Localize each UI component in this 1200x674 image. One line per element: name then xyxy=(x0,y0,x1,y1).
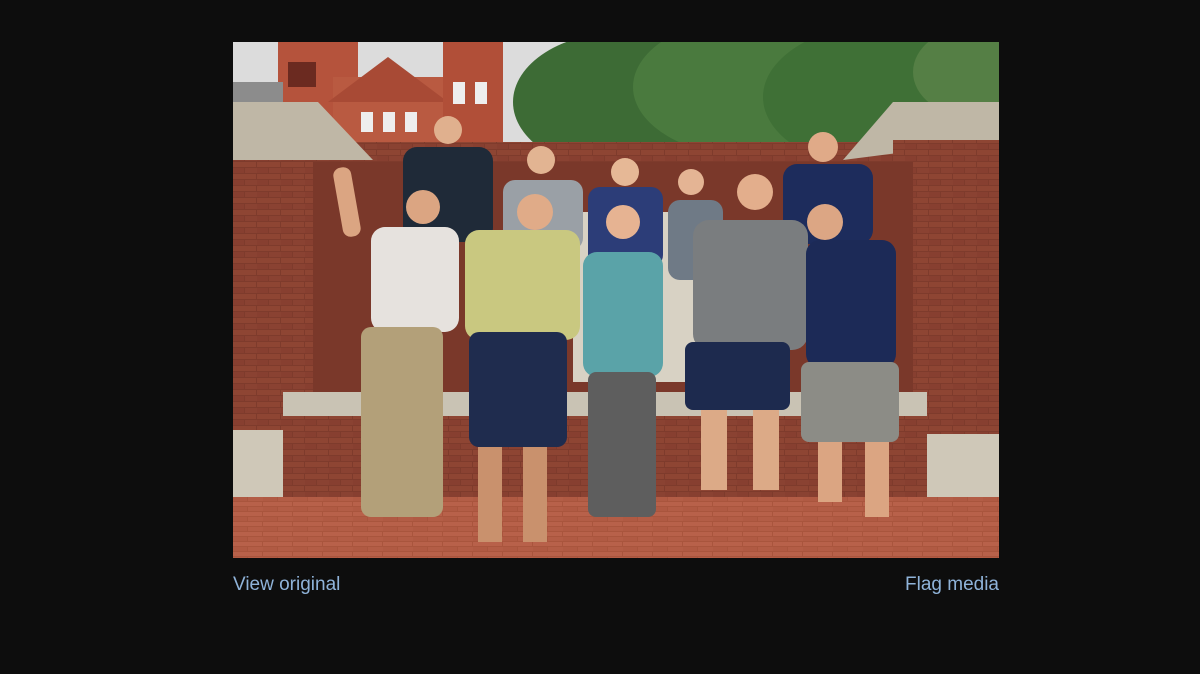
flag-media-link[interactable]: Flag media xyxy=(905,574,999,596)
group-photo-illustration xyxy=(233,42,999,558)
media-lightbox: View original Flag media xyxy=(0,0,1200,674)
view-original-link[interactable]: View original xyxy=(233,574,340,596)
group-photo xyxy=(233,42,999,558)
